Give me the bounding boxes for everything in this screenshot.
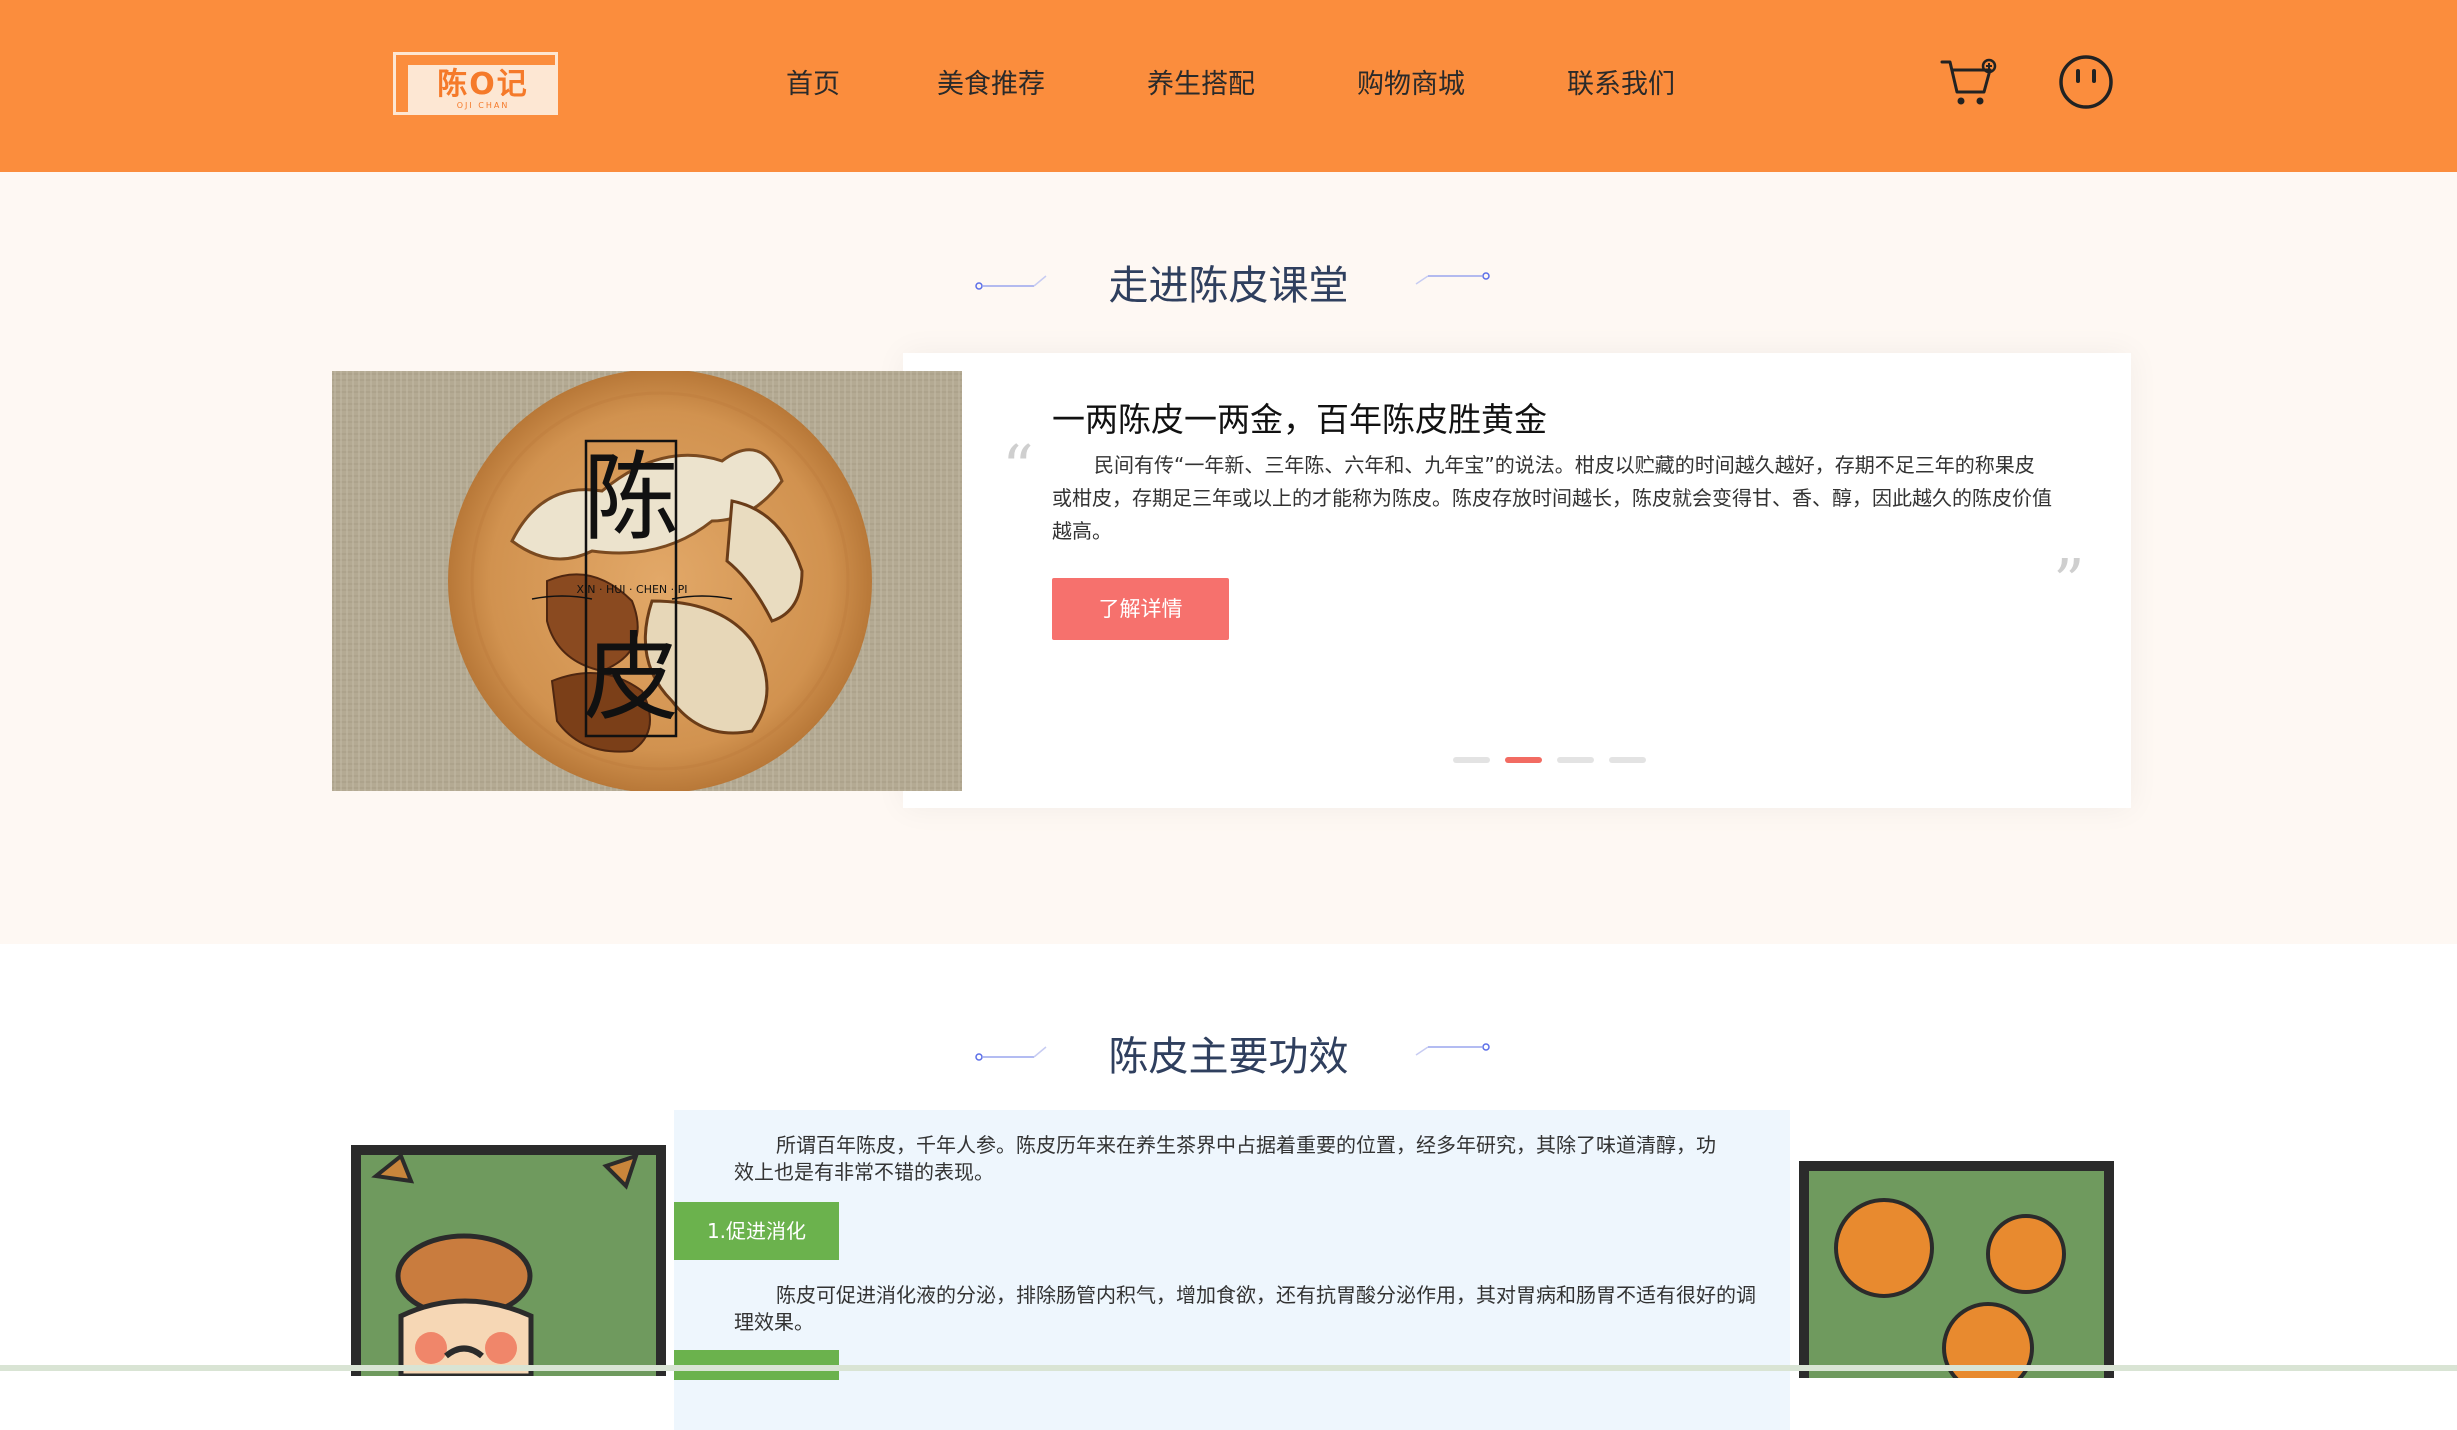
nav-home[interactable]: 首页 [740, 60, 886, 110]
article-card: 一两陈皮一两金，百年陈皮胜黄金 “ 民间有传“一年新、三年陈、六年和、九年宝”的… [903, 353, 2131, 808]
main-nav: 首页 美食推荐 养生搭配 购物商城 联系我们 [740, 60, 1726, 110]
dried-peel-image: 陈 XIN · HUI · CHEN · PI 皮 [332, 371, 962, 791]
effects-panel: 所谓百年陈皮，千年人参。陈皮历年来在养生茶界中占据着重要的位置，经多年研究，其除… [674, 1110, 1790, 1430]
image-char-top: 陈 [583, 442, 679, 554]
close-quote-icon: ” [2053, 545, 2085, 618]
article-text: 民间有传“一年新、三年陈、六年和、九年宝”的说法。柑皮以贮藏的时间越久越好，存期… [1052, 453, 2052, 543]
top-header: 陈O记 OJI CHAN 首页 美食推荐 养生搭配 购物商城 联系我们 [0, 0, 2457, 172]
section-title-classroom: 走进陈皮课堂 [1108, 263, 1349, 309]
effect-desc-digestion: 陈皮可促进消化液的分泌，排除肠管内积气，增加食欲，还有抗胃酸分泌作用，其对胃病和… [734, 1283, 1756, 1334]
image-caption: XIN · HUI · CHEN · PI [576, 583, 687, 596]
page-bottom-border [0, 1365, 2457, 1371]
title-right-decoration [1415, 1043, 1490, 1056]
carousel-indicators [1453, 757, 1646, 763]
logo-subtext: OJI CHAN [456, 101, 510, 110]
logo-text: 陈O记 [437, 67, 529, 102]
title-right-decoration [1415, 272, 1490, 285]
nav-contact[interactable]: 联系我们 [1516, 60, 1726, 110]
cart-icon[interactable] [1940, 56, 1998, 108]
logo-box: 陈O记 OJI CHAN [408, 65, 558, 115]
cartoon-character-illustration [351, 1145, 666, 1376]
image-char-bottom: 皮 [583, 622, 679, 734]
oranges-illustration [1799, 1161, 2114, 1378]
carousel-dot[interactable] [1453, 757, 1490, 763]
nav-food-recommend[interactable]: 美食推荐 [886, 60, 1096, 110]
effects-intro: 所谓百年陈皮，千年人参。陈皮历年来在养生茶界中占据着重要的位置，经多年研究，其除… [734, 1133, 1716, 1184]
open-quote-icon: “ [1002, 431, 1034, 504]
learn-more-button[interactable]: 了解详情 [1052, 578, 1229, 640]
carousel-dot[interactable] [1557, 757, 1594, 763]
carousel-dot[interactable] [1609, 757, 1646, 763]
section-title-effects: 陈皮主要功效 [1108, 1034, 1349, 1080]
nav-shop[interactable]: 购物商城 [1306, 60, 1516, 110]
article-title: 一两陈皮一两金，百年陈皮胜黄金 [1052, 400, 1547, 439]
carousel-dot-active[interactable] [1505, 757, 1542, 763]
site-logo[interactable]: 陈O记 OJI CHAN [393, 52, 558, 115]
user-avatar-icon[interactable] [2058, 54, 2114, 110]
dried-peel-illustration: 陈 XIN · HUI · CHEN · PI 皮 [332, 371, 962, 791]
effect-tag-digestion[interactable]: 1.促进消化 [674, 1202, 839, 1260]
nav-health-pairing[interactable]: 养生搭配 [1096, 60, 1306, 110]
